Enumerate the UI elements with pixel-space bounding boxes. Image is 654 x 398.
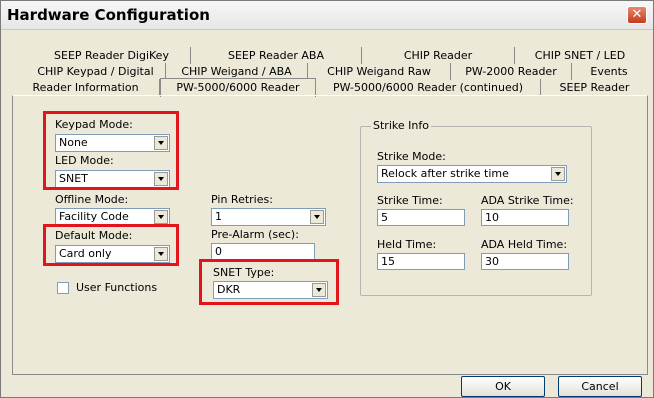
user-functions-label: User Functions [76, 281, 158, 294]
user-functions-checkbox[interactable] [57, 282, 69, 294]
tab-reader-information[interactable]: Reader Information [12, 79, 160, 96]
tab-seep-reader-aba[interactable]: SEEP Reader ABA [191, 47, 362, 64]
strike-mode-select[interactable]: Relock after strike time [377, 165, 567, 183]
close-icon[interactable]: ✕ [627, 6, 647, 24]
tab-chip-weigand-raw[interactable]: CHIP Weigand Raw [308, 63, 451, 80]
strike-info-group: Strike Info Strike Mode: Relock after st… [360, 119, 592, 296]
ada-strike-time-label: ADA Strike Time: [481, 194, 574, 207]
chevron-down-icon[interactable] [551, 167, 565, 181]
chevron-down-icon[interactable] [310, 210, 324, 224]
highlight-snet-type [199, 259, 339, 305]
strike-mode-label: Strike Mode: [377, 150, 446, 163]
ada-held-time-label: ADA Held Time: [481, 238, 568, 251]
strike-time-label: Strike Time: [377, 194, 443, 207]
strike-mode-value: Relock after strike time [381, 167, 509, 180]
ada-held-time-field[interactable]: 30 [481, 253, 569, 270]
strike-time-field[interactable]: 5 [377, 209, 465, 226]
tab-panel: Keypad Mode: None LED Mode: SNET Offline… [12, 95, 648, 375]
tab-pw-5000-6000-reader-continued[interactable]: PW-5000/6000 Reader (continued) [316, 79, 541, 96]
cancel-button[interactable]: Cancel [558, 376, 642, 397]
highlight-default-mode [43, 224, 179, 266]
tab-chip-keypad-digital[interactable]: CHIP Keypad / Digital [26, 63, 166, 80]
tab-chip-snet-led[interactable]: CHIP SNET / LED [515, 47, 645, 64]
tab-events[interactable]: Events [572, 63, 646, 80]
tab-chip-reader[interactable]: CHIP Reader [362, 47, 515, 64]
offline-mode-label: Offline Mode: [55, 193, 129, 206]
title-bar: Hardware Configuration ✕ [1, 1, 653, 30]
hardware-configuration-dialog: Hardware Configuration ✕ SEEP Reader Dig… [0, 0, 654, 398]
chevron-down-icon[interactable] [154, 210, 168, 224]
pin-retries-select[interactable]: 1 [211, 208, 326, 226]
highlight-keypad-led-mode [43, 111, 179, 190]
pre-alarm-field[interactable]: 0 [211, 243, 315, 260]
ada-strike-time-field[interactable]: 10 [481, 209, 569, 226]
held-time-label: Held Time: [377, 238, 437, 251]
tab-seep-reader[interactable]: SEEP Reader [541, 79, 648, 96]
pre-alarm-label: Pre-Alarm (sec): [211, 228, 299, 241]
ok-button[interactable]: OK [461, 376, 545, 397]
tab-pw-2000-reader[interactable]: PW-2000 Reader [451, 63, 572, 80]
pin-retries-label: Pin Retries: [211, 193, 273, 206]
strike-info-legend: Strike Info [371, 119, 431, 132]
offline-mode-value: Facility Code [59, 210, 129, 223]
window-title: Hardware Configuration [7, 6, 210, 24]
pin-retries-value: 1 [215, 210, 222, 223]
tab-seep-reader-digikey[interactable]: SEEP Reader DigiKey [33, 47, 191, 64]
held-time-field[interactable]: 15 [377, 253, 465, 270]
